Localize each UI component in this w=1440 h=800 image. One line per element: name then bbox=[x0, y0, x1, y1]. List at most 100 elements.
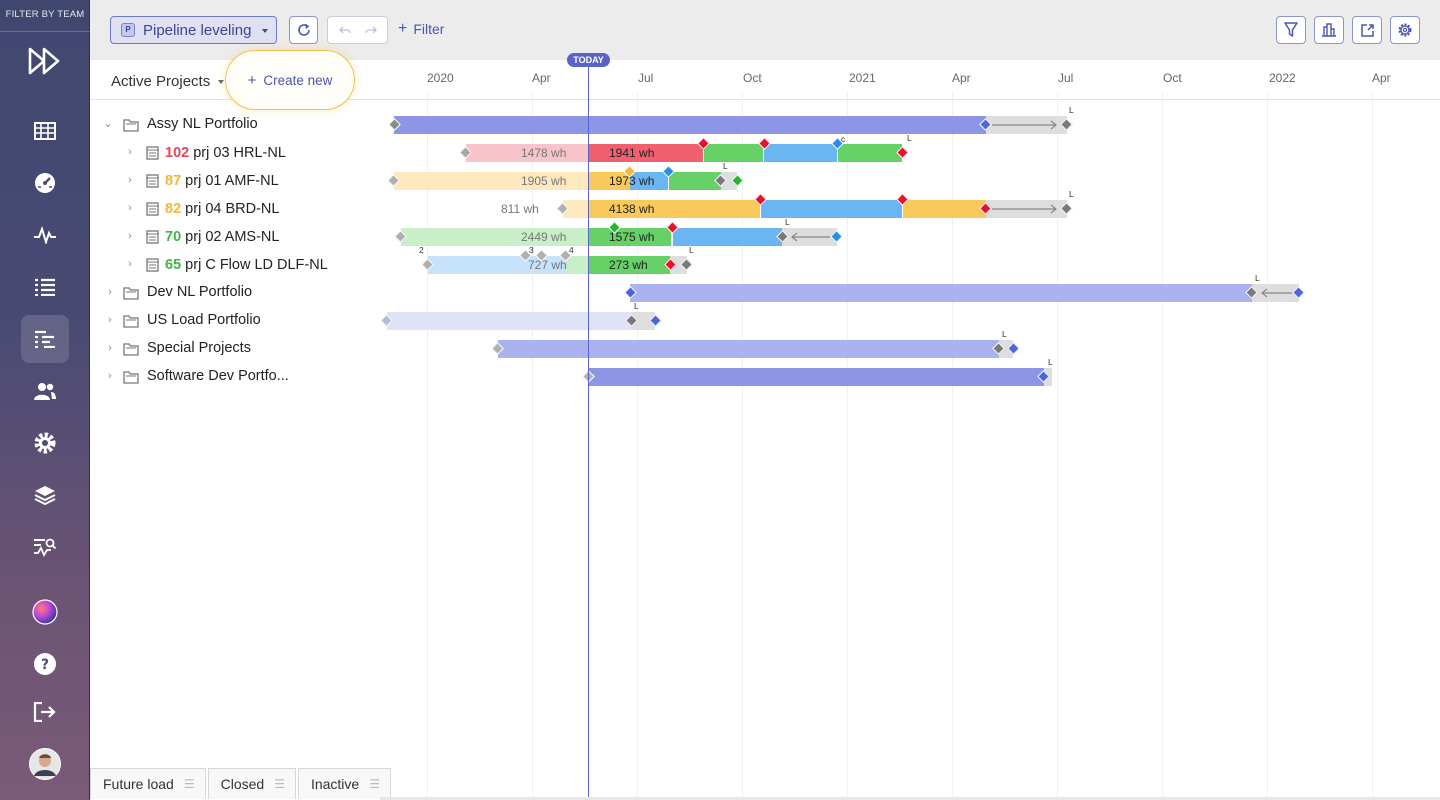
active-projects-dropdown[interactable]: Active Projects bbox=[111, 73, 210, 90]
chevron-right-icon[interactable]: › bbox=[125, 202, 135, 214]
tab-label: Closed bbox=[220, 776, 265, 792]
portfolio-bar[interactable] bbox=[387, 312, 631, 330]
row-title-group: 102 prj 03 HRL-NL bbox=[165, 145, 286, 161]
project-icon bbox=[146, 146, 159, 160]
phase-bar[interactable] bbox=[673, 228, 782, 246]
tree-row[interactable]: › US Load Portfolio bbox=[90, 307, 380, 335]
menu-icon[interactable]: ☰ bbox=[274, 777, 285, 791]
tree-row[interactable]: › Dev NL Portfolio bbox=[90, 279, 380, 307]
tree-row[interactable]: ⌄ Assy NL Portfolio bbox=[90, 111, 380, 139]
portfolio-bar[interactable] bbox=[394, 116, 986, 134]
menu-icon[interactable]: ☰ bbox=[369, 777, 380, 791]
chevron-right-icon[interactable]: › bbox=[125, 230, 135, 242]
milestone-letter: L bbox=[689, 245, 694, 255]
tree-row[interactable]: › 82 prj 04 BRD-NL bbox=[90, 195, 380, 223]
grid-line bbox=[427, 92, 428, 798]
tab-inactive[interactable]: Inactive ☰ bbox=[297, 768, 391, 799]
pulse-icon[interactable] bbox=[21, 211, 69, 259]
grid-icon[interactable] bbox=[21, 107, 69, 155]
redo-icon[interactable] bbox=[364, 25, 377, 35]
milestone-letter: L bbox=[1048, 357, 1053, 367]
tree-row[interactable]: › 102 prj 03 HRL-NL bbox=[90, 139, 380, 167]
plus-icon: + bbox=[247, 71, 257, 89]
timeline-label-oct-2021: Oct bbox=[1163, 71, 1182, 85]
funnel-button[interactable] bbox=[1276, 16, 1306, 44]
row-title: prj 01 AMF-NL bbox=[185, 173, 279, 189]
columns-button[interactable] bbox=[1314, 16, 1344, 44]
tab-future-load[interactable]: Future load ☰ bbox=[90, 768, 206, 799]
filter-by-team-button[interactable]: FILTER BY TEAM bbox=[0, 0, 90, 32]
timeline-label-jul-2021: Jul bbox=[1058, 71, 1074, 85]
grid-line bbox=[1057, 92, 1058, 798]
tab-closed[interactable]: Closed ☰ bbox=[207, 768, 296, 799]
create-new-button[interactable]: + Create new bbox=[225, 50, 355, 110]
row-title: US Load Portfolio bbox=[147, 312, 261, 328]
settings-icon[interactable] bbox=[21, 419, 69, 467]
export-icon bbox=[1360, 23, 1374, 37]
menu-icon[interactable]: ☰ bbox=[184, 777, 195, 791]
timeline-label-2022: 2022 bbox=[1269, 71, 1296, 85]
project-icon bbox=[146, 202, 159, 216]
phase-bar[interactable] bbox=[704, 144, 763, 162]
tree-row[interactable]: › 70 prj 02 AMS-NL bbox=[90, 223, 380, 251]
pre-bar bbox=[566, 256, 588, 274]
logout-icon[interactable] bbox=[21, 688, 69, 736]
row-title: prj 02 AMS-NL bbox=[185, 229, 280, 245]
chevron-right-icon[interactable]: › bbox=[125, 146, 135, 158]
pipeline-icon[interactable] bbox=[21, 315, 69, 363]
tree-row[interactable]: › Special Projects bbox=[90, 335, 380, 363]
bottom-tabs: Future load ☰ Closed ☰ Inactive ☰ bbox=[90, 768, 393, 800]
tree-row[interactable]: › Software Dev Portfo... bbox=[90, 363, 380, 391]
milestone-letter: L bbox=[785, 217, 790, 227]
chevron-down-icon[interactable]: ⌄ bbox=[103, 117, 113, 130]
phase-bar[interactable] bbox=[764, 144, 837, 162]
refresh-button[interactable] bbox=[289, 16, 318, 44]
folder-icon bbox=[123, 315, 139, 328]
chevron-down-icon[interactable] bbox=[218, 80, 224, 84]
settings-button[interactable] bbox=[1390, 16, 1420, 44]
export-button[interactable] bbox=[1352, 16, 1382, 44]
before-hours: 811 wh bbox=[501, 202, 539, 216]
timeline-header: Active Projects + Create new 2020 Apr Ju… bbox=[90, 50, 1440, 110]
phase-bar[interactable] bbox=[903, 200, 986, 218]
portfolio-bar[interactable] bbox=[589, 368, 1044, 386]
row-title: prj C Flow LD DLF-NL bbox=[185, 257, 328, 273]
chevron-right-icon[interactable]: › bbox=[105, 370, 115, 382]
tree-row[interactable]: › 65 prj C Flow LD DLF-NL bbox=[90, 251, 380, 279]
users-icon[interactable] bbox=[21, 367, 69, 415]
sidebar: FILTER BY TEAM ? bbox=[0, 0, 90, 800]
timeline-label-2020: 2020 bbox=[427, 71, 454, 85]
milestone-letter: L bbox=[723, 161, 728, 171]
chevron-right-icon[interactable]: › bbox=[105, 342, 115, 354]
row-title-group: 65 prj C Flow LD DLF-NL bbox=[165, 257, 328, 273]
grid-line bbox=[1162, 92, 1163, 798]
portfolio-bar[interactable] bbox=[630, 284, 1252, 302]
chevron-right-icon[interactable]: › bbox=[105, 286, 115, 298]
grid-line bbox=[1267, 92, 1268, 798]
phase-bar[interactable] bbox=[761, 200, 902, 218]
user-avatar[interactable] bbox=[21, 740, 69, 788]
plus-icon: + bbox=[398, 20, 408, 37]
dashboard-icon[interactable] bbox=[21, 159, 69, 207]
tab-label: Inactive bbox=[310, 776, 360, 792]
phase-bar[interactable] bbox=[669, 172, 721, 190]
portfolio-bar[interactable] bbox=[498, 340, 999, 358]
chevron-right-icon[interactable]: › bbox=[125, 174, 135, 186]
logo-icon[interactable] bbox=[21, 37, 69, 85]
analytics-icon[interactable] bbox=[21, 523, 69, 571]
folder-icon bbox=[123, 119, 139, 132]
app-orb-icon[interactable] bbox=[21, 588, 69, 636]
row-title: prj 03 HRL-NL bbox=[193, 145, 286, 161]
chevron-right-icon[interactable]: › bbox=[125, 258, 135, 270]
tree-row[interactable]: › 87 prj 01 AMF-NL bbox=[90, 167, 380, 195]
chevron-right-icon[interactable]: › bbox=[105, 314, 115, 326]
layers-icon[interactable] bbox=[21, 471, 69, 519]
help-icon[interactable]: ? bbox=[21, 640, 69, 688]
milestone-letter: L bbox=[634, 301, 639, 311]
list-icon[interactable] bbox=[21, 263, 69, 311]
milestone-number: 3 bbox=[529, 245, 534, 255]
view-selector-dropdown[interactable]: P Pipeline leveling bbox=[110, 16, 277, 44]
phase-bar[interactable] bbox=[838, 144, 902, 162]
filter-button[interactable]: + Filter bbox=[398, 20, 444, 38]
undo-icon[interactable] bbox=[338, 25, 351, 35]
